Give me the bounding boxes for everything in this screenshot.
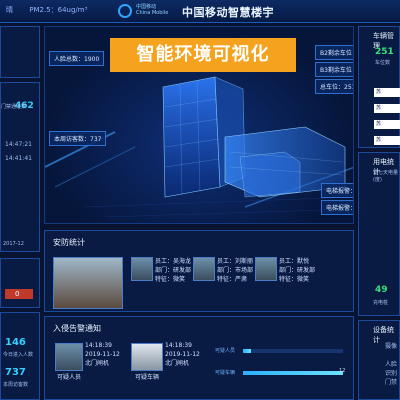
power-sub: 近七天电量(度) <box>373 170 399 183</box>
event-date-1: 2019-11-12 <box>85 351 120 358</box>
bar-track-1 <box>243 349 343 353</box>
stat-146-label: 今日进入人数 <box>3 352 34 358</box>
employee-feature-1: 特征：微笑 <box>155 276 186 283</box>
employee-dept-2: 部门：市场部 <box>217 267 254 274</box>
event-time-2: 14:18:39 <box>165 342 192 349</box>
bar-axis-max: 12 <box>339 368 346 374</box>
employee-feature-2: 特征：严肃 <box>217 276 248 283</box>
floor-b3: B3剩余车位：7 <box>315 62 353 77</box>
parking-floor-list: B2剩余车位：3 B3剩余车位：7 总车位：251 <box>315 45 353 94</box>
stat-462-label: 门禁通过数 <box>1 104 27 110</box>
parking-total: 251 <box>375 47 394 57</box>
plate-item-1[interactable]: 苏A98956 <box>374 88 400 97</box>
employee-name-2: 员工：刘斯丽 <box>217 258 254 265</box>
event-label-2: 可疑车辆 <box>135 374 160 381</box>
weather-text: 晴 <box>6 6 13 14</box>
employee-photo-2[interactable] <box>193 257 215 281</box>
event-info-1: 14:18:39 2019-11-12 北门闸机 <box>85 341 120 368</box>
weather-info: 晴 PM2.5：64ug/m³ <box>6 5 101 15</box>
bar-fill-2 <box>243 371 343 375</box>
intrusion-bar-chart: 可疑人员 可疑车辆 12 <box>215 347 351 387</box>
intrusion-title: 入侵告警通知 <box>53 324 101 333</box>
security-panel: 安防统计 员工：吴海龙 部门：研发部 特征：微笑 员工：刘斯丽 部门：市场部 特… <box>44 230 354 312</box>
alarm-list: 电梯报警：0 电梯报警：0 <box>321 183 353 215</box>
device-panel: 设备统计 摄像 人脸识别 门禁 <box>358 320 400 400</box>
employee-dept-3: 部门：研发部 <box>279 267 316 274</box>
time-b: 14:41:41 <box>5 155 32 162</box>
employee-info-3: 员工：默悦 部门：研发部 特征：微笑 <box>279 257 315 284</box>
left-panel-alert: 0 <box>0 258 40 308</box>
employee-info-1: 员工：吴海龙 部门：研发部 特征：微笑 <box>155 257 191 284</box>
people-total-chip: 人脸总数：1900 <box>49 51 105 66</box>
group-photo[interactable] <box>53 257 123 309</box>
floor-b2: B2剩余车位：3 <box>315 45 353 60</box>
bar-track-2 <box>243 371 343 375</box>
power-panel: 用电统计 近七天电量(度) 49 充电桩 <box>358 152 400 316</box>
left-panel-bottom: 146 今日进入人数 737 本周访客数 <box>0 312 40 400</box>
event-info-2: 14:18:39 2019-11-12 北门闸机 <box>165 341 200 368</box>
red-value: 0 <box>15 290 20 298</box>
security-title: 安防统计 <box>53 238 85 247</box>
power-value: 49 <box>375 285 388 295</box>
event-time-1: 14:18:39 <box>85 342 112 349</box>
stat-146-value: 146 <box>5 337 26 348</box>
alarm-a: 电梯报警：0 <box>321 183 353 198</box>
intrusion-panel: 入侵告警通知 14:18:39 2019-11-12 北门闸机 可疑人员 14:… <box>44 316 354 400</box>
pm-text: PM2.5：64ug/m³ <box>29 6 88 14</box>
bar-label-1: 可疑人员 <box>215 348 236 354</box>
brand-subtitle: 中国移动 China Mobile <box>136 4 176 16</box>
employee-info-2: 员工：刘斯丽 部门：市场部 特征：严肃 <box>217 257 253 284</box>
time-a: 14:47:21 <box>5 141 32 148</box>
employee-name-3: 员工：默悦 <box>279 258 310 265</box>
parking-sub: 车位数 <box>375 60 391 66</box>
parking-panel: 车辆管理 251 车位数 <box>358 26 400 148</box>
employee-feature-3: 特征：微笑 <box>279 276 310 283</box>
stat-737-value: 737 <box>5 367 26 378</box>
employee-dept-1: 部门：研发部 <box>155 267 192 274</box>
smart-environment-banner: 智能环境可视化 <box>110 38 296 72</box>
stat-737-label: 本周访客数 <box>3 382 29 388</box>
employee-name-1: 员工：吴海龙 <box>155 258 192 265</box>
plate-item-3[interactable]: 苏A12368 <box>374 120 400 129</box>
event-label-1: 可疑人员 <box>57 374 82 381</box>
employee-photo-3[interactable] <box>255 257 277 281</box>
brand-en: China Mobile <box>136 10 169 16</box>
alarm-b: 电梯报警：0 <box>321 200 353 215</box>
left-panel-top <box>0 26 40 78</box>
event-place-2: 北门闸机 <box>165 360 190 367</box>
date-label: 2017-12 <box>3 241 24 247</box>
page-title: 中国移动智慧楼宇 <box>182 6 274 19</box>
floor-total: 总车位：251 <box>315 79 353 94</box>
bar-fill-1 <box>243 349 252 353</box>
plate-item-2[interactable]: 苏A34567 <box>374 104 400 113</box>
bar-label-2: 可疑车辆 <box>215 370 236 376</box>
event-date-2: 2019-11-12 <box>165 351 200 358</box>
top-bar: 晴 PM2.5：64ug/m³ 中国移动 China Mobile 中国移动智慧… <box>0 0 400 23</box>
employee-photo-1[interactable] <box>131 257 153 281</box>
device-item-1[interactable]: 摄像 <box>385 341 397 350</box>
china-mobile-logo-icon <box>118 4 132 18</box>
power-caption: 充电桩 <box>373 300 389 306</box>
suspect-vehicle-photo[interactable] <box>131 343 163 371</box>
device-item-3[interactable]: 门禁 <box>385 377 397 386</box>
left-panel-mid: 462 门禁通过数 14:47:21 14:41:41 2017-12 <box>0 82 40 252</box>
suspect-person-photo[interactable] <box>55 343 83 371</box>
device-item-2[interactable]: 人脸识别 <box>385 359 399 377</box>
event-place-1: 北门闸机 <box>85 360 110 367</box>
plate-item-4[interactable]: 苏A98956 <box>374 136 400 145</box>
visitors-total-chip: 本周访客数：737 <box>49 131 107 146</box>
